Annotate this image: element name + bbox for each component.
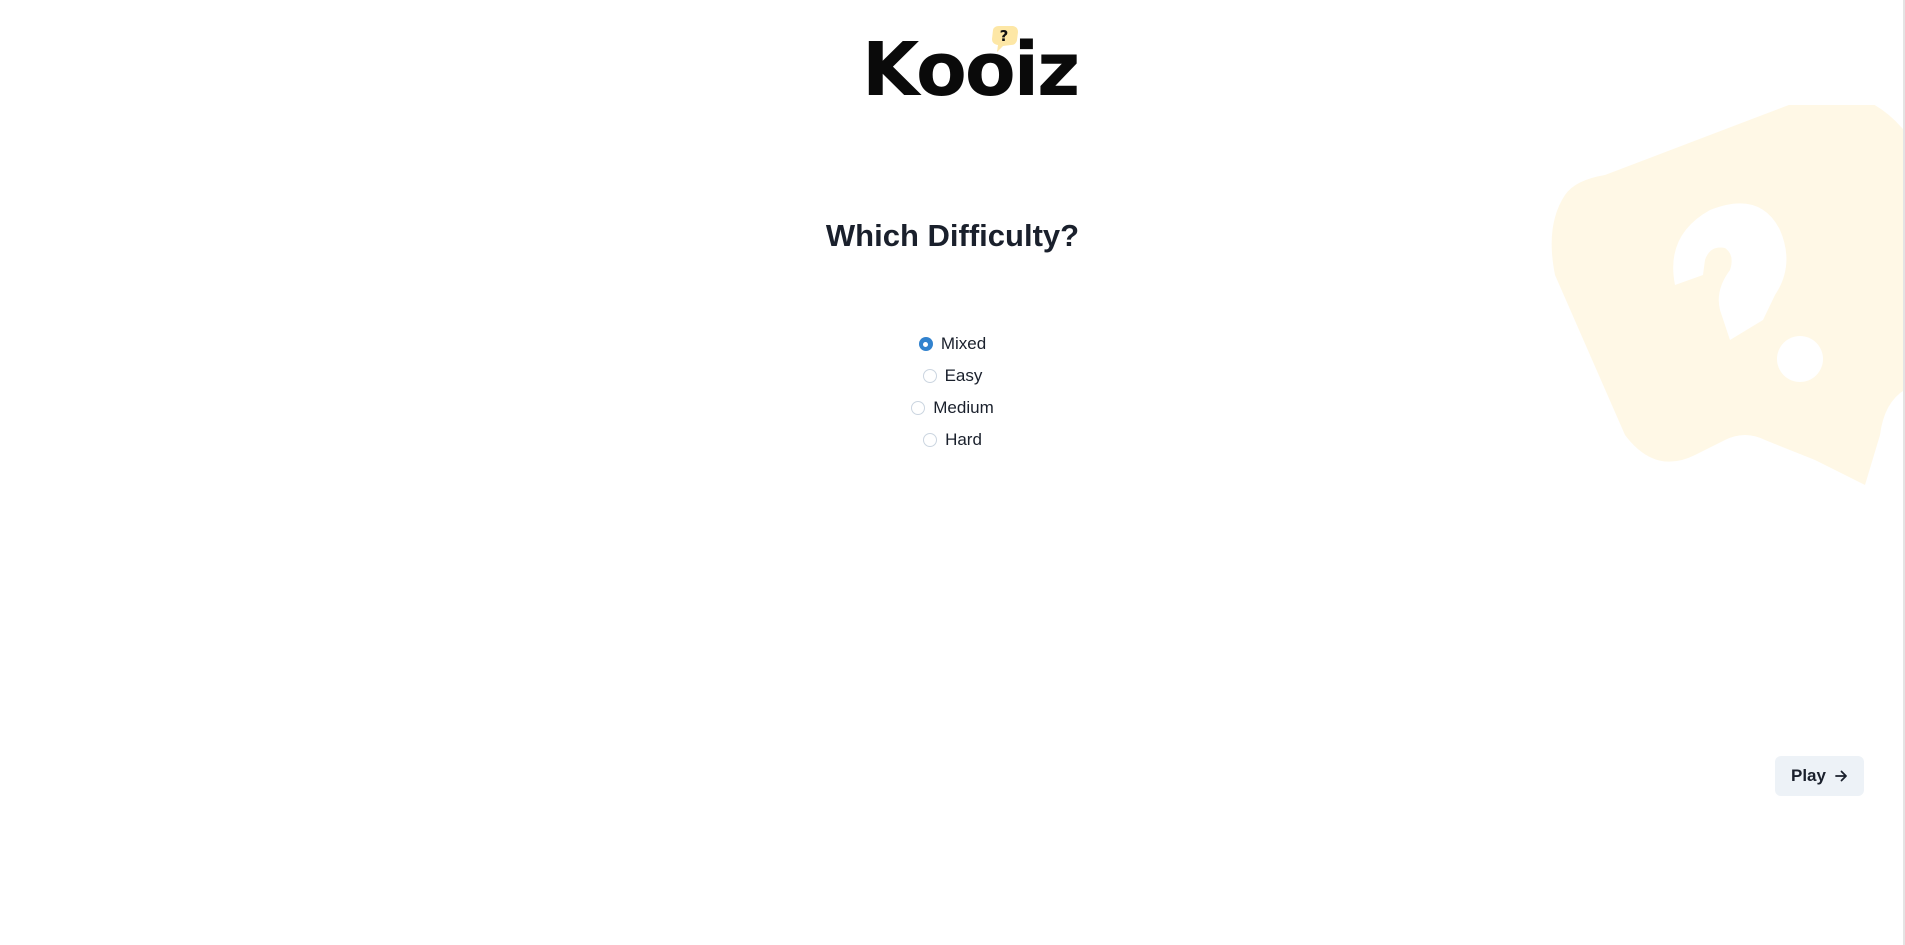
radio-button-medium[interactable] [911, 401, 926, 415]
play-button[interactable]: Play [1775, 756, 1864, 796]
radio-button-easy[interactable] [922, 369, 937, 383]
kooiz-logo: Kooiz ? [862, 22, 1080, 110]
difficulty-option-mixed[interactable]: Mixed [918, 328, 987, 360]
option-label: Hard [945, 430, 982, 449]
logo-bubble-glyph: ? [1000, 27, 1009, 45]
page-title: Which Difficulty? [825, 218, 1080, 253]
difficulty-radio-group: Mixed Easy Medium Hard [0, 328, 1905, 456]
play-button-label: Play [1791, 766, 1826, 785]
difficulty-option-hard[interactable]: Hard [923, 424, 982, 456]
page: Kooiz ? Which Difficulty? Mixed Easy Med… [0, 0, 1905, 945]
logo-wordmark: Kooiz [862, 27, 1080, 113]
difficulty-option-easy[interactable]: Easy [922, 360, 983, 392]
difficulty-option-medium[interactable]: Medium [911, 392, 994, 424]
option-label: Easy [944, 366, 983, 385]
option-label: Mixed [940, 334, 987, 353]
radio-button-hard[interactable] [923, 433, 938, 447]
option-label: Medium [933, 398, 994, 417]
arrow-right-icon [1835, 770, 1847, 782]
question-bubble-icon: ? [992, 26, 1018, 52]
radio-button-mixed[interactable] [918, 337, 933, 351]
